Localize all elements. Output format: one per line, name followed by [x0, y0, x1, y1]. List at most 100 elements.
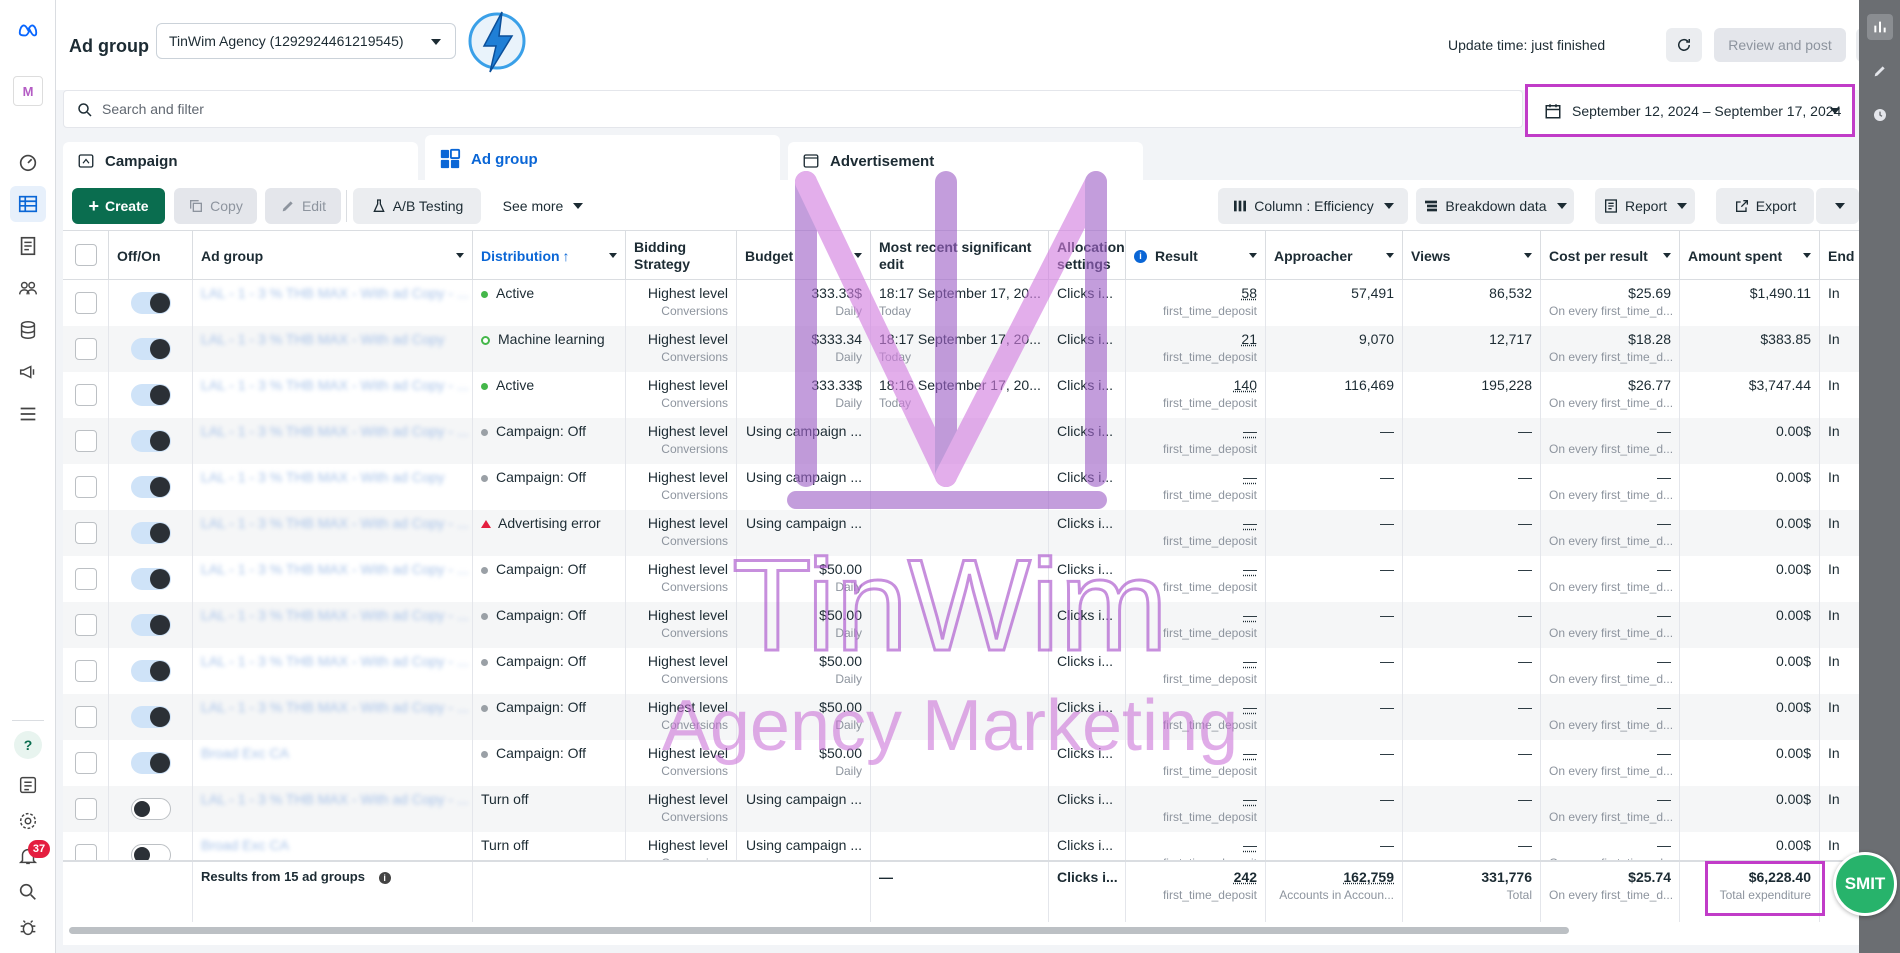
see-more-button[interactable]: See more: [493, 188, 593, 224]
table-row[interactable]: LAL - 1 - 3 % THB MAX - With ad Copy - .…: [63, 280, 1859, 326]
ad-group-name-link[interactable]: LAL - 1 - 3 % THB MAX - With ad Copy - .…: [201, 607, 469, 623]
ad-group-name-link[interactable]: LAL - 1 - 3 % THB MAX - With ad Copy - .…: [201, 791, 469, 807]
all-tools-menu-icon[interactable]: [10, 396, 46, 432]
result-value[interactable]: 21: [1241, 331, 1257, 347]
on-off-toggle[interactable]: [131, 384, 171, 406]
search-input[interactable]: [102, 95, 1502, 123]
ad-group-name-link[interactable]: Broad Exc CA: [201, 745, 289, 761]
header-end[interactable]: End: [1820, 231, 1859, 281]
header-approacher[interactable]: Approacher: [1266, 231, 1403, 281]
result-value[interactable]: 58: [1241, 285, 1257, 301]
result-value[interactable]: —: [1243, 699, 1257, 715]
header-allocation[interactable]: Allocation settings: [1049, 231, 1126, 281]
ad-group-name-link[interactable]: LAL - 1 - 3 % THB MAX - With ad Copy - .…: [201, 285, 469, 301]
bug-report-icon[interactable]: [10, 910, 46, 946]
edit-button[interactable]: Edit: [265, 188, 341, 224]
on-off-toggle[interactable]: [131, 752, 171, 774]
news-feed-icon[interactable]: [10, 767, 46, 803]
row-checkbox[interactable]: [75, 292, 97, 314]
meta-logo-icon[interactable]: [10, 12, 46, 48]
header-adgroup[interactable]: Ad group: [193, 231, 473, 281]
result-value[interactable]: —: [1243, 515, 1257, 531]
header-amount-spent[interactable]: Amount spent: [1680, 231, 1820, 281]
row-checkbox[interactable]: [75, 706, 97, 728]
ad-group-name-link[interactable]: LAL - 1 - 3 % THB MAX - With ad Copy: [201, 469, 445, 485]
on-off-toggle[interactable]: [131, 614, 171, 636]
row-checkbox[interactable]: [75, 522, 97, 544]
pencil-icon[interactable]: [1867, 58, 1893, 84]
ad-group-name-link[interactable]: LAL - 1 - 3 % THB MAX - With ad Copy - .…: [201, 377, 469, 393]
account-selector[interactable]: TinWim Agency (1292924461219545): [156, 23, 456, 59]
result-value[interactable]: —: [1243, 607, 1257, 623]
ad-group-name-link[interactable]: LAL - 1 - 3 % THB MAX - With ad Copy - .…: [201, 561, 469, 577]
refresh-button[interactable]: [1666, 28, 1702, 62]
billing-database-icon[interactable]: [10, 312, 46, 348]
on-off-toggle[interactable]: [131, 338, 171, 360]
row-checkbox[interactable]: [75, 568, 97, 590]
on-off-toggle[interactable]: [131, 476, 171, 498]
row-checkbox[interactable]: [75, 338, 97, 360]
result-value[interactable]: —: [1243, 745, 1257, 761]
ad-group-name-link[interactable]: Broad Exc CA: [201, 837, 289, 853]
copy-button[interactable]: Copy: [174, 188, 257, 224]
header-cost-per-result[interactable]: Cost per result: [1541, 231, 1680, 281]
export-button[interactable]: Export: [1716, 188, 1814, 224]
row-checkbox[interactable]: [75, 798, 97, 820]
tab-advertisement[interactable]: Advertisement: [788, 142, 1143, 180]
settings-gear-icon[interactable]: [10, 803, 46, 839]
table-row[interactable]: LAL - 1 - 3 % THB MAX - With ad Copy - .…: [63, 786, 1859, 832]
result-value[interactable]: —: [1243, 837, 1257, 853]
ad-group-name-link[interactable]: LAL - 1 - 3 % THB MAX - With ad Copy - .…: [201, 423, 469, 439]
row-checkbox[interactable]: [75, 476, 97, 498]
date-range-picker[interactable]: September 12, 2024 – September 17, 2024: [1525, 84, 1855, 137]
on-off-toggle[interactable]: [131, 292, 171, 314]
ad-group-name-link[interactable]: LAL - 1 - 3 % THB MAX - With ad Copy - .…: [201, 653, 469, 669]
table-row[interactable]: LAL - 1 - 3 % THB MAX - With ad Copy Mach…: [63, 326, 1859, 372]
history-clock-icon[interactable]: [1867, 102, 1893, 128]
column-selector-button[interactable]: Column : Efficiency: [1218, 188, 1408, 224]
header-views[interactable]: Views: [1403, 231, 1541, 281]
result-value[interactable]: —: [1243, 423, 1257, 439]
header-budget[interactable]: Budget: [737, 231, 871, 281]
ad-group-name-link[interactable]: LAL - 1 - 3 % THB MAX - With ad Copy - .…: [201, 515, 469, 531]
result-value[interactable]: —: [1243, 469, 1257, 485]
dashboard-gauge-icon[interactable]: [10, 144, 46, 180]
table-row[interactable]: Broad Exc CA Campaign: Off Highest level Co…: [63, 740, 1859, 786]
tab-campaign[interactable]: Campaign: [63, 142, 418, 180]
header-last-edit[interactable]: Most recent significant edit: [871, 231, 1049, 281]
horizontal-scrollbar[interactable]: [69, 927, 1569, 934]
table-row[interactable]: LAL - 1 - 3 % THB MAX - With ad Copy - .…: [63, 418, 1859, 464]
on-off-toggle[interactable]: [131, 522, 171, 544]
smit-floating-button[interactable]: SMIT: [1833, 852, 1897, 916]
review-and-post-button[interactable]: Review and post: [1714, 28, 1846, 62]
table-row[interactable]: LAL - 1 - 3 % THB MAX - With ad Copy - .…: [63, 602, 1859, 648]
result-value[interactable]: —: [1243, 791, 1257, 807]
breakdown-data-button[interactable]: Breakdown data: [1416, 188, 1574, 224]
on-off-toggle[interactable]: [131, 706, 171, 728]
reports-document-icon[interactable]: [10, 228, 46, 264]
row-checkbox[interactable]: [75, 384, 97, 406]
create-button[interactable]: + Create: [72, 188, 165, 224]
help-icon[interactable]: ?: [10, 727, 46, 763]
table-row[interactable]: LAL - 1 - 3 % THB MAX - With ad Copy - .…: [63, 510, 1859, 556]
megaphone-icon[interactable]: [10, 354, 46, 390]
ads-manager-table-icon[interactable]: [10, 186, 46, 222]
ad-group-name-link[interactable]: LAL - 1 - 3 % THB MAX - With ad Copy: [201, 331, 445, 347]
result-value[interactable]: 140: [1234, 377, 1257, 393]
result-value[interactable]: —: [1243, 561, 1257, 577]
header-result[interactable]: i Result: [1126, 231, 1266, 281]
tab-ad-group[interactable]: Ad group: [425, 135, 780, 180]
table-row[interactable]: LAL - 1 - 3 % THB MAX - With ad Copy - .…: [63, 694, 1859, 740]
row-checkbox[interactable]: [75, 430, 97, 452]
table-row[interactable]: LAL - 1 - 3 % THB MAX - With ad Copy - .…: [63, 372, 1859, 418]
account-avatar[interactable]: M: [10, 73, 46, 109]
header-distribution[interactable]: Distribution ↑: [473, 231, 626, 281]
ab-testing-button[interactable]: A/B Testing: [353, 188, 481, 224]
ad-group-name-link[interactable]: LAL - 1 - 3 % THB MAX - With ad Copy - .…: [201, 699, 469, 715]
search-icon[interactable]: [10, 874, 46, 910]
on-off-toggle[interactable]: [131, 660, 171, 682]
bar-chart-icon[interactable]: [1867, 14, 1893, 40]
table-row[interactable]: LAL - 1 - 3 % THB MAX - With ad Copy Camp…: [63, 464, 1859, 510]
table-row[interactable]: LAL - 1 - 3 % THB MAX - With ad Copy - .…: [63, 648, 1859, 694]
table-row[interactable]: LAL - 1 - 3 % THB MAX - With ad Copy - .…: [63, 556, 1859, 602]
